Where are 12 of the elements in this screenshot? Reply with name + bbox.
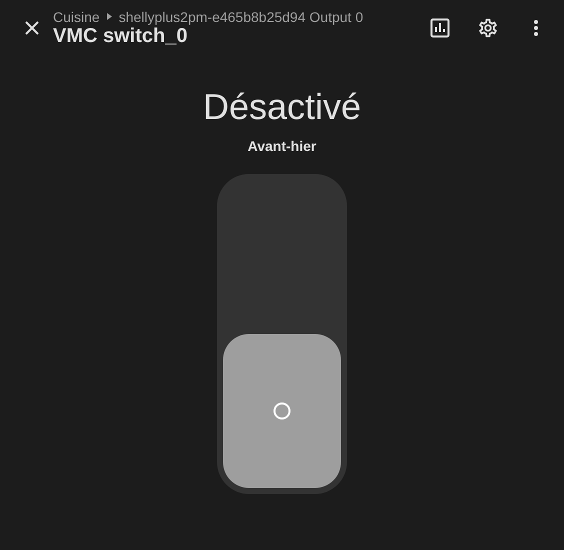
last-changed: Avant-hier [248,138,316,154]
settings-icon [477,17,499,39]
breadcrumb-item: shellyplus2pm-e465b8b25d94 Output 0 [118,8,364,24]
caret-icon [106,13,112,20]
close-icon [24,20,40,36]
more-icon [534,20,538,36]
power-off-icon [273,402,291,420]
entity-title: VMC switch_0 [53,24,188,48]
chart-icon [430,18,450,38]
state-label: Désactivé [202,86,362,128]
breadcrumb-item: Cuisine [53,8,100,24]
toggle-switch[interactable] [217,174,347,494]
